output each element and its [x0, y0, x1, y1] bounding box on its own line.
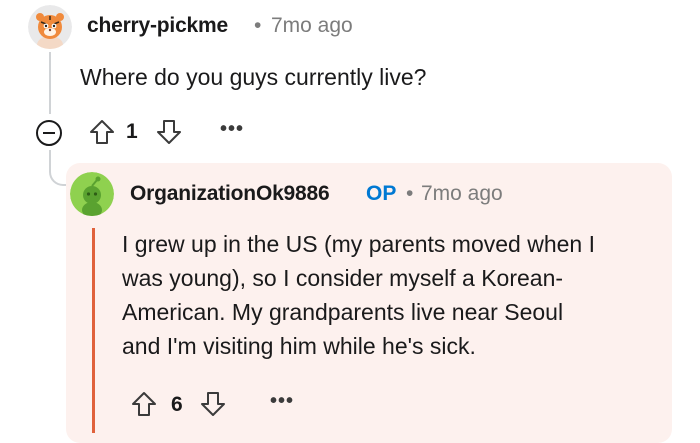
- reply-vote-count: 6: [171, 393, 183, 416]
- reply-author-avatar[interactable]: [70, 172, 114, 216]
- minus-icon: [43, 132, 55, 134]
- downvote-arrow-icon: [157, 120, 181, 144]
- reply-upvote-button[interactable]: [130, 390, 158, 423]
- op-badge: OP: [366, 182, 397, 205]
- reply-body-line: was young), so I consider myself a Korea…: [122, 265, 564, 291]
- upvote-arrow-icon: [90, 120, 114, 144]
- meta-separator: •: [254, 14, 262, 37]
- downvote-button[interactable]: [155, 118, 183, 151]
- reply-body-line: American. My grandparents live near Seou…: [122, 299, 564, 325]
- thread-line[interactable]: [49, 52, 51, 114]
- collapse-thread-button[interactable]: [36, 120, 62, 146]
- upvote-arrow-icon: [132, 392, 156, 416]
- comment-timestamp: 7mo ago: [271, 14, 353, 37]
- reply-body-line: and I'm visiting him while he's sick.: [122, 333, 476, 359]
- vote-count: 1: [126, 120, 138, 143]
- tiger-avatar-icon: [28, 5, 72, 49]
- upvote-button[interactable]: [88, 118, 116, 151]
- comment-author[interactable]: cherry-pickme: [87, 14, 228, 38]
- meta-separator: •: [406, 182, 414, 205]
- reply-body: I grew up in the US (my parents moved wh…: [122, 227, 662, 363]
- comment-body: Where do you guys currently live?: [80, 64, 427, 90]
- more-options-button[interactable]: •••: [220, 118, 244, 141]
- reply-more-options-button[interactable]: •••: [270, 390, 294, 413]
- reply-downvote-button[interactable]: [199, 390, 227, 423]
- downvote-arrow-icon: [201, 392, 225, 416]
- reply-body-line: I grew up in the US (my parents moved wh…: [122, 231, 595, 257]
- reply-author[interactable]: OrganizationOk9886: [130, 182, 330, 206]
- reply-accent-bar: [92, 228, 95, 433]
- snoo-avatar-icon: [70, 172, 114, 216]
- author-avatar[interactable]: [28, 5, 72, 49]
- reply-timestamp: 7mo ago: [421, 182, 503, 205]
